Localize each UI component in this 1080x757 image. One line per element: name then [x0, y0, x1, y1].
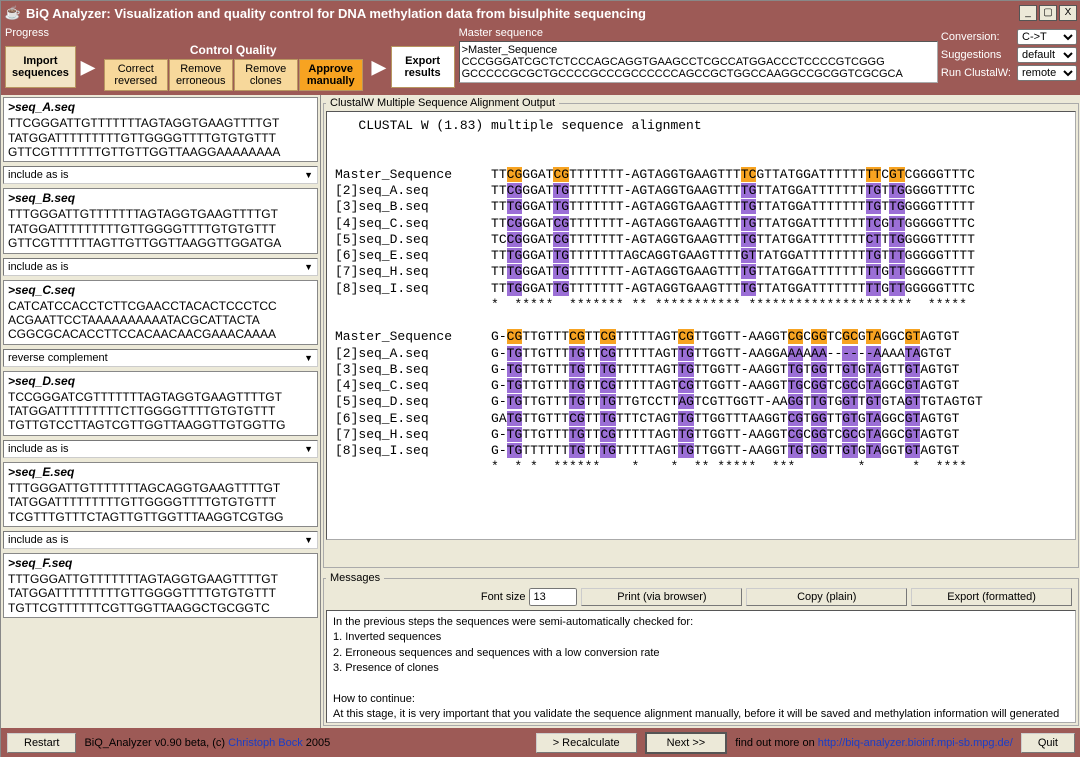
- sequence-body: TTTGGGATTGTTTTTTTAGTAGGTGAAGTTTTGT TATGG…: [4, 572, 317, 617]
- step-remove-clones[interactable]: Remove clones: [234, 59, 298, 91]
- recalculate-button[interactable]: > Recalculate: [536, 733, 637, 753]
- sequence-block[interactable]: >seq_D.seqTCCGGGATCGTTTTTTTAGTAGGTGAAGTT…: [3, 371, 318, 436]
- messages-panel-title: Messages: [326, 572, 384, 584]
- maximize-button[interactable]: ▢: [1039, 5, 1057, 21]
- control-quality-label: Control Quality: [104, 43, 363, 57]
- title-bar: ☕ BiQ Analyzer: Visualization and qualit…: [1, 1, 1080, 25]
- step-export[interactable]: Export results: [391, 46, 455, 88]
- fontsize-input[interactable]: [529, 588, 577, 606]
- messages-body[interactable]: In the previous steps the sequences were…: [326, 610, 1076, 723]
- suggestions-label: Suggestions: [941, 49, 1002, 61]
- step-remove-erroneous[interactable]: Remove erroneous: [169, 59, 233, 91]
- sequence-action-dropdown[interactable]: include as is▼: [3, 166, 318, 184]
- fontsize-label: Font size: [481, 591, 526, 603]
- sequence-body: TTTGGGATTGTTTTTTTAGCAGGTGAAGTTTTGT TATGG…: [4, 481, 317, 526]
- chevron-down-icon: ▼: [304, 262, 313, 272]
- conversion-select[interactable]: C->T: [1017, 29, 1077, 45]
- sequence-body: TTTGGGATTGTTTTTTTAGTAGGTGAAGTTTTGT TATGG…: [4, 207, 317, 252]
- sequence-name: >seq_E.seq: [4, 463, 317, 481]
- sequence-block[interactable]: >seq_A.seqTTCGGGATTGTTTTTTTAGTAGGTGAAGTT…: [3, 97, 318, 162]
- step-approve-manually[interactable]: Approve manually: [299, 59, 363, 91]
- export-button[interactable]: Export (formatted): [911, 588, 1072, 606]
- sequence-name: >seq_C.seq: [4, 281, 317, 299]
- app-icon: ☕: [5, 5, 21, 21]
- sequence-action-dropdown[interactable]: include as is▼: [3, 531, 318, 549]
- chevron-down-icon: ▼: [304, 535, 313, 545]
- suggestions-select[interactable]: default: [1017, 47, 1077, 63]
- minimize-button[interactable]: _: [1019, 5, 1037, 21]
- chevron-down-icon: ▼: [304, 170, 313, 180]
- print-button[interactable]: Print (via browser): [581, 588, 742, 606]
- step-correct-reversed[interactable]: Correct reversed: [104, 59, 168, 91]
- progress-steps: Import sequences ▶ Control Quality Corre…: [5, 41, 455, 93]
- sequence-block[interactable]: >seq_E.seqTTTGGGATTGTTTTTTTAGCAGGTGAAGTT…: [3, 462, 318, 527]
- sequence-body: CATCATCCACCTCTTCGAACCTACACTCCCTCC ACGAAT…: [4, 299, 317, 344]
- master-sequence-label: Master sequence: [459, 27, 937, 39]
- clustal-select[interactable]: remote: [1017, 65, 1077, 81]
- arrow-icon: ▶: [77, 57, 99, 78]
- progress-label: Progress: [5, 27, 455, 39]
- sequence-action-dropdown[interactable]: include as is▼: [3, 258, 318, 276]
- close-button[interactable]: X: [1059, 5, 1077, 21]
- quit-button[interactable]: Quit: [1021, 733, 1075, 753]
- step-import[interactable]: Import sequences: [5, 46, 76, 88]
- conversion-label: Conversion:: [941, 31, 1000, 43]
- chevron-down-icon: ▼: [304, 353, 313, 363]
- clustal-label: Run ClustalW:: [941, 67, 1011, 79]
- sequence-name: >seq_F.seq: [4, 554, 317, 572]
- next-button[interactable]: Next >>: [645, 732, 728, 754]
- restart-button[interactable]: Restart: [7, 733, 76, 753]
- copy-button[interactable]: Copy (plain): [746, 588, 907, 606]
- more-info-link[interactable]: http://biq-analyzer.bioinf.mpi-sb.mpg.de…: [818, 737, 1013, 749]
- sequence-name: >seq_A.seq: [4, 98, 317, 116]
- chevron-down-icon: ▼: [304, 444, 313, 454]
- sequence-action-dropdown[interactable]: include as is▼: [3, 440, 318, 458]
- master-sequence-textarea[interactable]: >Master_Sequence CCCGGGATCGCTCTCCCAGCAGG…: [459, 41, 939, 83]
- sequence-block[interactable]: >seq_F.seqTTTGGGATTGTTTTTTTAGTAGGTGAAGTT…: [3, 553, 318, 618]
- sequence-name: >seq_D.seq: [4, 372, 317, 390]
- alignment-panel-title: ClustalW Multiple Sequence Alignment Out…: [326, 97, 559, 109]
- author-link[interactable]: Christoph Bock: [228, 737, 303, 749]
- sequence-block[interactable]: >seq_B.seqTTTGGGATTGTTTTTTTAGTAGGTGAAGTT…: [3, 188, 318, 253]
- sequence-action-dropdown[interactable]: reverse complement▼: [3, 349, 318, 367]
- sequence-block[interactable]: >seq_C.seqCATCATCCACCTCTTCGAACCTACACTCCC…: [3, 280, 318, 345]
- credit-text: BiQ_Analyzer v0.90 beta, (c) Christoph B…: [84, 737, 330, 749]
- sequence-sidebar[interactable]: >seq_A.seqTTCGGGATTGTTTTTTTAGTAGGTGAAGTT…: [1, 95, 321, 728]
- alignment-output[interactable]: CLUSTAL W (1.83) multiple sequence align…: [326, 111, 1076, 540]
- sequence-body: TTCGGGATTGTTTTTTTAGTAGGTGAAGTTTTGT TATGG…: [4, 116, 317, 161]
- window-controls: _ ▢ X: [1019, 5, 1077, 21]
- arrow-icon: ▶: [368, 57, 390, 78]
- sequence-body: TCCGGGATCGTTTTTTTAGTAGGTGAAGTTTTGT TATGG…: [4, 390, 317, 435]
- sequence-name: >seq_B.seq: [4, 189, 317, 207]
- window-title: BiQ Analyzer: Visualization and quality …: [26, 6, 646, 21]
- more-info-text: find out more on http://biq-analyzer.bio…: [735, 737, 1013, 749]
